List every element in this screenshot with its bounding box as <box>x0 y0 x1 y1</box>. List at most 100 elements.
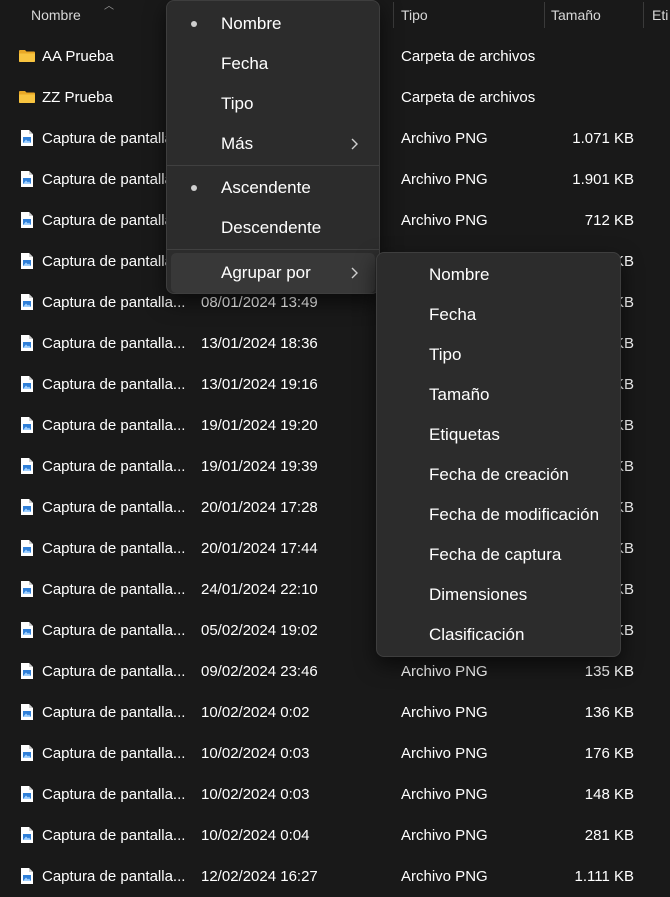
group-menu-item-tags[interactable]: Etiquetas <box>381 415 616 455</box>
file-date: 13/01/2024 19:16 <box>201 376 318 393</box>
folder-icon <box>18 88 36 106</box>
file-date: 05/02/2024 19:02 <box>201 622 318 639</box>
sort-menu-item-ascending[interactable]: Ascendente <box>171 168 375 208</box>
png-file-icon <box>18 539 36 557</box>
file-date: 10/02/2024 0:03 <box>201 745 310 762</box>
file-name: Captura de pantalla... <box>42 786 186 803</box>
column-header-type[interactable]: Tipo <box>401 0 428 30</box>
png-file-icon <box>18 334 36 352</box>
file-size: 136 KB <box>584 704 634 721</box>
column-divider[interactable] <box>393 2 394 28</box>
file-date: 19/01/2024 19:20 <box>201 417 318 434</box>
png-file-icon <box>18 580 36 598</box>
file-name: Captura de pantalla... <box>42 376 186 393</box>
folder-icon <box>18 47 36 65</box>
png-file-icon <box>18 375 36 393</box>
file-name: Captura de pantalla... <box>42 663 186 680</box>
png-file-icon <box>18 129 36 147</box>
column-header-size[interactable]: Tamaño <box>551 0 601 30</box>
file-size: 712 KB <box>584 212 634 229</box>
png-file-icon <box>18 416 36 434</box>
sort-menu-item-name[interactable]: Nombre <box>171 4 375 44</box>
list-item[interactable]: Captura de pantalla... 10/02/2024 0:03 Arc… <box>0 733 670 774</box>
file-name: Captura de pantalla... <box>42 335 186 352</box>
list-item[interactable]: Captura de pantalla... 10/02/2024 0:04 Arc… <box>0 815 670 856</box>
file-name: Captura de pantalla... <box>42 622 186 639</box>
file-name: Captura de pantalla... <box>42 294 186 311</box>
file-date: 09/02/2024 23:46 <box>201 663 318 680</box>
sort-menu-item-date[interactable]: Fecha <box>171 44 375 84</box>
list-item[interactable]: Captura de pantalla... 09/02/2024 23:46 Ar… <box>0 651 670 692</box>
file-date: 13/01/2024 18:36 <box>201 335 318 352</box>
column-divider[interactable] <box>643 2 644 28</box>
group-menu-item-date[interactable]: Fecha <box>381 295 616 335</box>
group-menu-item-date-taken[interactable]: Fecha de captura <box>381 535 616 575</box>
file-date: 10/02/2024 0:04 <box>201 827 310 844</box>
file-name: Captura de pantalla... <box>42 581 186 598</box>
file-size: 148 KB <box>584 786 634 803</box>
group-menu-item-type[interactable]: Tipo <box>381 335 616 375</box>
file-size: 281 KB <box>584 827 634 844</box>
png-file-icon <box>18 867 36 885</box>
file-name: Captura de pantalla... <box>42 827 186 844</box>
sort-menu-item-more[interactable]: Más <box>171 124 375 164</box>
file-type: Archivo PNG <box>401 704 488 721</box>
png-file-icon <box>18 826 36 844</box>
file-date: 20/01/2024 17:44 <box>201 540 318 557</box>
file-date: 19/01/2024 19:39 <box>201 458 318 475</box>
group-menu-item-date-created[interactable]: Fecha de creación <box>381 455 616 495</box>
file-name: Captura de pantalla... <box>42 417 186 434</box>
png-file-icon <box>18 662 36 680</box>
menu-separator <box>167 249 379 250</box>
selected-bullet-icon <box>191 21 197 27</box>
file-type: Archivo PNG <box>401 130 488 147</box>
column-header-tags[interactable]: Eti <box>652 0 668 30</box>
group-by-menu: Nombre Fecha Tipo Tamaño Etiquetas Fecha… <box>376 252 621 657</box>
file-type: Carpeta de archivos <box>401 48 536 65</box>
file-date: 24/01/2024 22:10 <box>201 581 318 598</box>
file-name: Captura de pantalla... <box>42 499 186 516</box>
list-item[interactable]: Captura de pantalla... 10/02/2024 0:03 Arc… <box>0 774 670 815</box>
file-type: Archivo PNG <box>401 786 488 803</box>
sort-menu-item-descending[interactable]: Descendente <box>171 208 375 248</box>
sort-menu-item-type[interactable]: Tipo <box>171 84 375 124</box>
chevron-right-icon <box>351 267 358 279</box>
file-size: 1.111 KB <box>574 868 635 885</box>
png-file-icon <box>18 744 36 762</box>
group-menu-item-name[interactable]: Nombre <box>381 255 616 295</box>
file-size: 1.071 KB <box>572 130 634 147</box>
file-date: 10/02/2024 0:03 <box>201 786 310 803</box>
file-size: 1.901 KB <box>572 171 634 188</box>
file-type: Archivo PNG <box>401 171 488 188</box>
menu-separator <box>167 165 379 166</box>
png-file-icon <box>18 170 36 188</box>
list-item[interactable]: Captura de pantalla... 12/02/2024 16:27 Ar… <box>0 856 670 897</box>
file-date: 20/01/2024 17:28 <box>201 499 318 516</box>
file-size: 135 KB <box>584 663 634 680</box>
sort-menu-item-group-by[interactable]: Agrupar por <box>171 253 375 293</box>
file-name: Captura de pantalla... <box>42 868 186 885</box>
png-file-icon <box>18 703 36 721</box>
file-name: Captura de pantalla... <box>42 704 186 721</box>
group-menu-item-size[interactable]: Tamaño <box>381 375 616 415</box>
file-type: Archivo PNG <box>401 827 488 844</box>
file-type: Archivo PNG <box>401 868 488 885</box>
file-type: Archivo PNG <box>401 212 488 229</box>
group-menu-item-dimensions[interactable]: Dimensiones <box>381 575 616 615</box>
column-header-name[interactable]: Nombre <box>31 0 81 30</box>
file-type: Carpeta de archivos <box>401 89 536 106</box>
png-file-icon <box>18 211 36 229</box>
file-size: 176 KB <box>584 745 634 762</box>
chevron-right-icon <box>351 138 358 150</box>
column-divider[interactable] <box>544 2 545 28</box>
png-file-icon <box>18 498 36 516</box>
group-menu-item-date-modified[interactable]: Fecha de modificación <box>381 495 616 535</box>
file-type: Archivo PNG <box>401 663 488 680</box>
list-item[interactable]: Captura de pantalla... 10/02/2024 0:02 Arc… <box>0 692 670 733</box>
file-name: Captura de pantalla... <box>42 540 186 557</box>
file-name: Captura de pantalla... <box>42 458 186 475</box>
png-file-icon <box>18 621 36 639</box>
group-menu-item-rating[interactable]: Clasificación <box>381 615 616 655</box>
file-date: 12/02/2024 16:27 <box>201 868 318 885</box>
selected-bullet-icon <box>191 185 197 191</box>
